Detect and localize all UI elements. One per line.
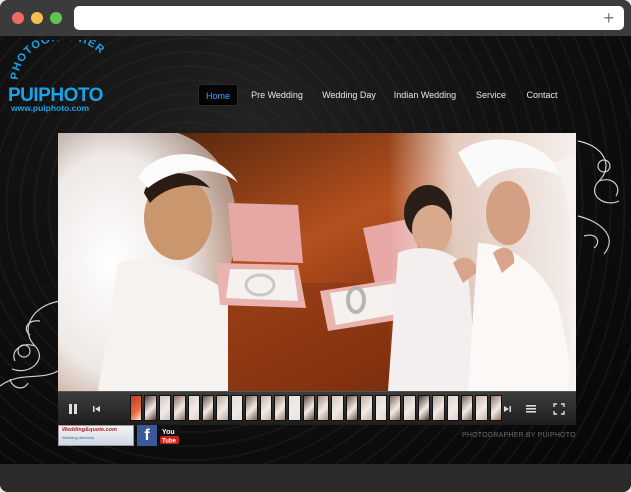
svg-text:www.puiphoto.com: www.puiphoto.com <box>10 103 90 113</box>
slideshow-controls <box>58 391 576 425</box>
nav-item-contact[interactable]: Contact <box>522 84 562 106</box>
thumbnail-25[interactable] <box>475 395 488 421</box>
thumbnail-3[interactable] <box>158 395 172 421</box>
svg-text:PHOTOGRAPHER: PHOTOGRAPHER <box>9 40 107 80</box>
photographer-credit: PHOTOGRAPHER BY PUIPHOTO <box>462 432 576 439</box>
svg-text:You: You <box>162 429 175 436</box>
fullscreen-icon[interactable] <box>548 398 570 420</box>
thumbnail-19[interactable] <box>389 395 402 421</box>
svg-text:Tube: Tube <box>162 439 177 445</box>
nav-item-service[interactable]: Service <box>470 84 512 106</box>
facebook-icon[interactable]: f <box>137 425 157 446</box>
thumbnail-18[interactable] <box>374 395 388 421</box>
pause-icon[interactable] <box>62 398 84 420</box>
plus-icon[interactable]: + <box>603 7 614 29</box>
thumbnail-1[interactable] <box>130 395 143 421</box>
thumbnail-10[interactable] <box>259 395 272 421</box>
right-swirl-ornament <box>577 140 620 255</box>
previous-icon[interactable] <box>86 398 108 420</box>
youtube-icon[interactable]: You Tube <box>159 425 180 446</box>
wedding-badge-title: Wedding&quote.com <box>62 427 117 433</box>
nav-item-wedding-day[interactable]: Wedding Day <box>318 84 380 106</box>
thumbnail-15[interactable] <box>331 395 344 421</box>
browser-chrome: + <box>0 0 631 36</box>
thumbnail-14[interactable] <box>317 395 330 421</box>
thumbnail-6[interactable] <box>201 395 215 421</box>
thumbnail-22[interactable] <box>432 395 445 421</box>
thumbnail-16[interactable] <box>345 395 359 421</box>
wedding-directory-badge[interactable]: Wedding&quote.com Wedding directory <box>58 425 134 446</box>
thumbnail-20[interactable] <box>403 395 416 421</box>
thumbnail-17[interactable] <box>360 395 373 421</box>
thumbnail-21[interactable] <box>417 395 431 421</box>
thumbnail-9[interactable] <box>245 395 258 421</box>
nav-item-indian-wedding[interactable]: Indian Wedding <box>390 84 460 106</box>
thumbnail-5[interactable] <box>187 395 200 421</box>
browser-bottom-bar <box>0 464 631 492</box>
thumbnail-23[interactable] <box>446 395 459 421</box>
next-icon[interactable] <box>496 398 518 420</box>
address-bar[interactable]: + <box>74 6 624 30</box>
thumbnail-24[interactable] <box>460 395 474 421</box>
thumbnail-8[interactable] <box>230 395 244 421</box>
browser-window: + PHOTOGRAPHER PUIPHOTO www.puiphoto.com… <box>0 0 631 492</box>
slideshow-image[interactable] <box>58 133 576 391</box>
nav-item-home[interactable]: Home <box>198 84 238 106</box>
thumbnail-12[interactable] <box>288 395 301 421</box>
thumbnail-strip <box>130 395 503 421</box>
puiphoto-logo[interactable]: PHOTOGRAPHER PUIPHOTO www.puiphoto.com <box>6 40 118 114</box>
thumbnail-11[interactable] <box>273 395 287 421</box>
web-page: PHOTOGRAPHER PUIPHOTO www.puiphoto.com H… <box>0 36 631 464</box>
thumbnail-2[interactable] <box>144 395 157 421</box>
maximize-window-button[interactable] <box>50 12 62 24</box>
playlist-icon[interactable] <box>520 398 542 420</box>
nav-item-pre-wedding[interactable]: Pre Wedding <box>246 84 308 106</box>
facebook-label: f <box>144 427 150 444</box>
close-window-button[interactable] <box>12 12 24 24</box>
thumbnail-4[interactable] <box>173 395 186 421</box>
thumbnail-13[interactable] <box>302 395 316 421</box>
wedding-badge-subtitle: Wedding directory <box>62 435 95 440</box>
minimize-window-button[interactable] <box>31 12 43 24</box>
thumbnail-7[interactable] <box>216 395 229 421</box>
left-swirl-ornament <box>0 300 61 389</box>
